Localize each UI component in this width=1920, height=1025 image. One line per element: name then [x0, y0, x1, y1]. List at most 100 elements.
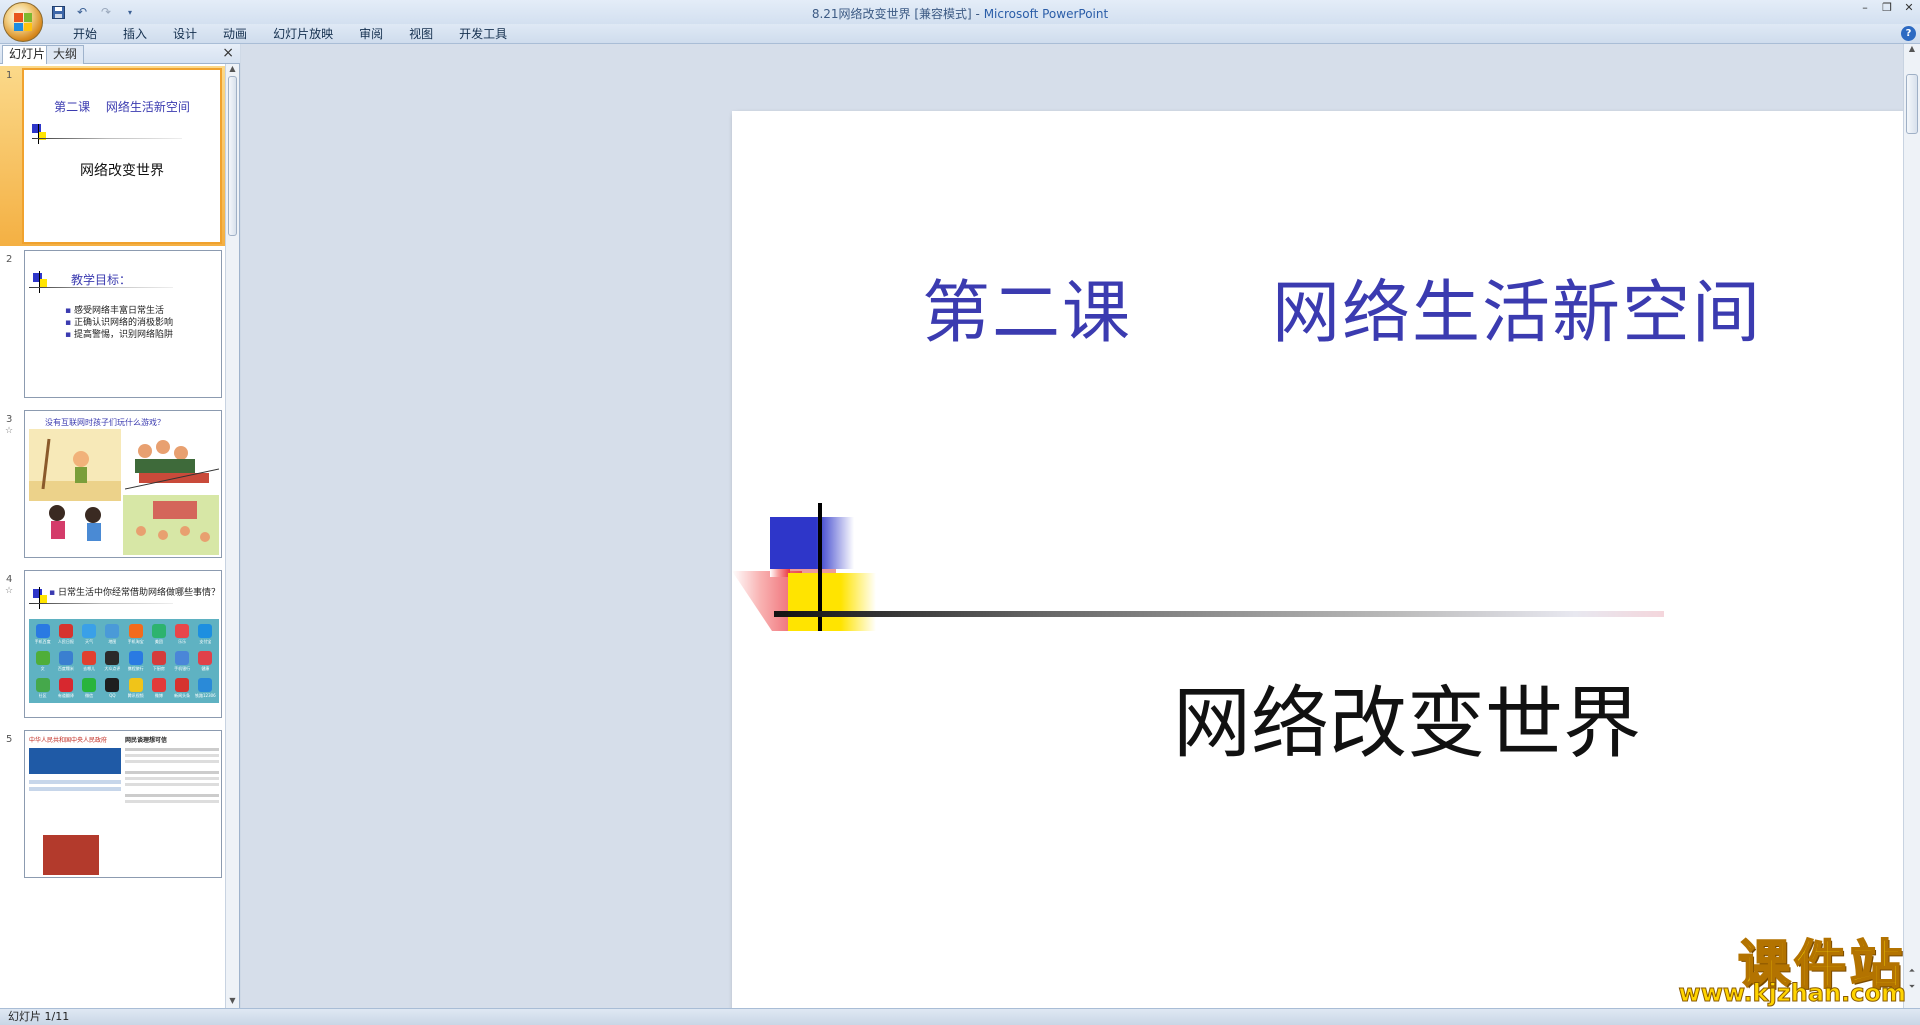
heading-text: 日常生活中你经常借助网络做哪些事情？ — [57, 588, 220, 598]
slide-number: 2 — [6, 254, 13, 265]
thumb-heading: 教学目标： — [71, 273, 132, 287]
tab-slideshow[interactable]: 幻灯片放映 — [260, 27, 346, 43]
next-slide-icon[interactable]: ⏷ — [1904, 982, 1920, 994]
app-label: 手机百度 — [34, 639, 51, 645]
scrollbar-thumb[interactable] — [1906, 74, 1918, 134]
close-icon[interactable]: × — [222, 45, 234, 61]
thumbnail-canvas: 中华人民共和国中央人民政府 网民谈理想可信 — [24, 730, 222, 878]
tab-design[interactable]: 设计 — [160, 27, 210, 43]
tab-home[interactable]: 开始 — [60, 27, 110, 43]
tab-animations[interactable]: 动画 — [210, 27, 260, 43]
app-tile-icon — [198, 677, 213, 692]
bullet-text: 感受网络丰富日常生活 — [73, 306, 164, 316]
app-label: 携程旅行 — [127, 665, 144, 671]
office-button[interactable] — [3, 2, 43, 42]
app-tile-icon — [105, 624, 120, 639]
app-icon: 天气 — [79, 622, 100, 647]
app-icon: 百度糯米 — [55, 649, 76, 674]
watermark-logo: 课件站 www.kjzhan.com — [1678, 923, 1906, 1008]
app-icon: 去哪儿 — [79, 649, 100, 674]
slides-pane: 幻灯片 大纲 × 1 第二课 网络生活新空间 网络改变世界 2 教学目标： ▪ … — [0, 44, 240, 1008]
slide-thumbnail-1[interactable]: 1 第二课 网络生活新空间 网络改变世界 — [0, 66, 226, 246]
illustration-image — [123, 495, 219, 555]
title-bar: ↶ ↷ ▾ 8.21网络改变世界 [兼容模式] - Microsoft Powe… — [0, 0, 1920, 42]
thumbnail-canvas: 没有互联网时孩子们玩什么游戏？ — [24, 410, 222, 558]
app-icon: 支付宝 — [195, 622, 216, 647]
slide-title[interactable]: 第二课 网络生活新空间 — [732, 257, 1920, 356]
app-label: 铁路12306 — [195, 692, 216, 698]
app-icon: 社区 — [32, 675, 53, 700]
scroll-down-icon[interactable]: ▼ — [226, 996, 239, 1008]
app-name: Microsoft PowerPoint — [983, 7, 1109, 21]
current-slide[interactable]: 第二课 网络生活新空间 网络改变世界 — [732, 111, 1920, 1025]
slide-thumbnail-4[interactable]: 4 ☆ ▪ 日常生活中你经常借助网络做哪些事情？ 手机百度 人民日报 天气 地图 手机淘… — [0, 570, 226, 726]
slide-count-status: 幻灯片 1/11 — [8, 1010, 70, 1023]
window-controls: – ❐ ✕ — [1854, 0, 1920, 18]
scroll-up-icon[interactable]: ▲ — [226, 64, 239, 76]
app-icon: 手机百度 — [32, 622, 53, 647]
app-tile-icon — [105, 650, 120, 665]
tab-slides[interactable]: 幻灯片 — [2, 45, 53, 64]
minimize-icon[interactable]: – — [1854, 0, 1876, 18]
slide-number: 5 — [6, 734, 13, 745]
app-icon: 腾讯视频 — [125, 675, 146, 700]
app-tile-icon — [58, 677, 73, 692]
app-tile-icon — [198, 650, 213, 665]
tab-review[interactable]: 审阅 — [346, 27, 396, 43]
app-label: 手机淘宝 — [127, 639, 144, 645]
slide-scrollbar[interactable]: ▲ ⏶ ⏷ — [1903, 44, 1920, 1008]
slide-thumbnail-2[interactable]: 2 教学目标： ▪ 感受网络丰富日常生活 ▪ 正确认识网络的消极影响 ▪ 提高警… — [0, 250, 226, 406]
app-tile-icon — [82, 650, 97, 665]
app-tile-icon — [82, 624, 97, 639]
tab-insert[interactable]: 插入 — [110, 27, 160, 43]
status-bar: 幻灯片 1/11 — [0, 1008, 1920, 1025]
app-label: 有道翻译 — [57, 692, 74, 698]
thumbnail-canvas: ▪ 日常生活中你经常借助网络做哪些事情？ 手机百度 人民日报 天气 地图 手机淘宝 美团 乐… — [24, 570, 222, 718]
restore-icon[interactable]: ❐ — [1876, 0, 1898, 18]
help-icon[interactable]: ? — [1901, 26, 1916, 41]
thumbnail-canvas: 第二课 网络生活新空间 网络改变世界 — [22, 68, 222, 244]
thumb-heading: ▪ 日常生活中你经常借助网络做哪些事情？ — [49, 588, 220, 598]
list-item: ▪ 正确认识网络的消极影响 — [65, 318, 173, 328]
app-icon: 文 — [32, 649, 53, 674]
scrollbar-thumb[interactable] — [228, 76, 237, 236]
tab-view[interactable]: 视图 — [396, 27, 446, 43]
app-icon: 美团 — [148, 622, 169, 647]
app-label: 天气 — [85, 639, 94, 645]
app-tile-icon — [105, 677, 120, 692]
slide-thumbnail-list: 1 第二课 网络生活新空间 网络改变世界 2 教学目标： ▪ 感受网络丰富日常生… — [0, 64, 226, 1008]
bullet-text: 正确认识网络的消极影响 — [73, 318, 173, 328]
app-label: 下厨房 — [152, 665, 165, 671]
app-tile-icon — [35, 650, 50, 665]
app-icon: 地图 — [102, 622, 123, 647]
scroll-up-icon[interactable]: ▲ — [1904, 44, 1920, 56]
app-icon: 微博 — [148, 675, 169, 700]
ribbon-tab-bar: 开始 插入 设计 动画 幻灯片放映 审阅 视图 开发工具 ? — [0, 24, 1920, 44]
title-separator: - — [971, 7, 984, 21]
side-heading: 网民谈理想可信 — [125, 737, 168, 744]
app-icon: QQ — [102, 675, 123, 700]
pane-tab-bar: 幻灯片 大纲 × — [0, 44, 240, 64]
tab-outline[interactable]: 大纲 — [46, 45, 85, 64]
bullet-text: 提高警惕，识别网络陷阱 — [73, 330, 173, 340]
slide-number: 3 — [6, 414, 13, 425]
tab-developer[interactable]: 开发工具 — [446, 27, 520, 43]
app-icon: 人民日报 — [55, 622, 76, 647]
app-tile-icon — [175, 677, 190, 692]
thumbnail-scrollbar[interactable]: ▲ ▼ — [225, 64, 239, 1008]
app-tile-icon — [175, 624, 190, 639]
decoration-icon — [32, 124, 192, 154]
thumb-heading: 没有互联网时孩子们玩什么游戏？ — [45, 418, 165, 427]
animation-star-icon: ☆ — [5, 586, 14, 596]
app-icon: 微信 — [79, 675, 100, 700]
previous-slide-icon[interactable]: ⏶ — [1904, 966, 1920, 978]
app-label: 人民日报 — [57, 639, 74, 645]
app-icon: 手机银行 — [172, 649, 193, 674]
app-label: 腾讯视频 — [127, 692, 144, 698]
slide-thumbnail-5[interactable]: 5 中华人民共和国中央人民政府 网民谈理想可信 — [0, 730, 226, 886]
webpage-screenshot: 中华人民共和国中央人民政府 — [29, 735, 121, 875]
slide-number: 4 — [6, 574, 13, 585]
slide-subtitle[interactable]: 网络改变世界 — [732, 661, 1920, 773]
slide-thumbnail-3[interactable]: 3 ☆ 没有互联网时孩子们玩什么游戏？ — [0, 410, 226, 566]
close-icon[interactable]: ✕ — [1898, 0, 1920, 18]
